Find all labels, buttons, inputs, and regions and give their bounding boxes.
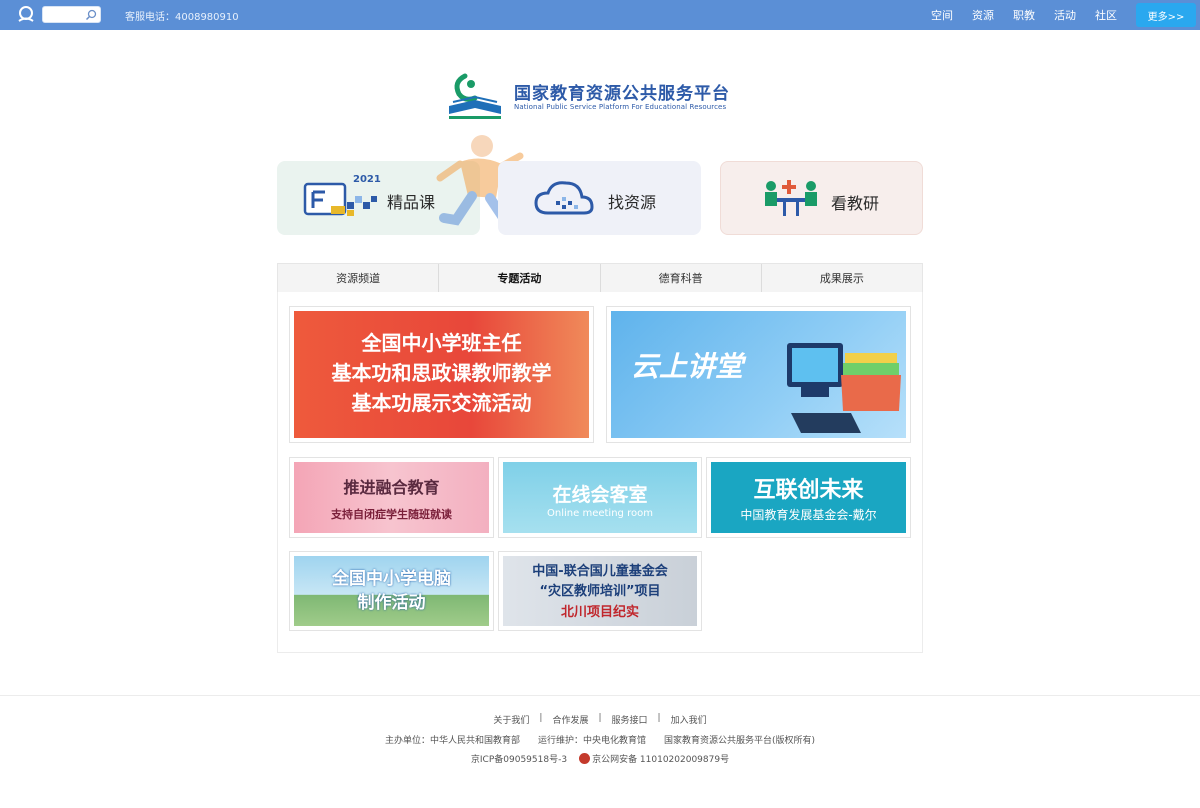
footer-operator: 运行维护：中央电化教育馆 xyxy=(537,736,646,746)
banner5-subtitle: 中国教育发展基金会-戴尔 xyxy=(740,508,877,522)
footer-links: 关于我们 | 合作发展 | 服务接口 | 加入我们 xyxy=(0,713,1200,726)
tab-achievements[interactable]: 成果展示 xyxy=(762,264,922,292)
footer-organizers: 主办单位：中华人民共和国教育部 运行维护：中央电化教育馆 国家教育资源公共服务平… xyxy=(0,733,1200,746)
banner3-subtitle: 支持自闭症学生随班就读 xyxy=(331,508,452,521)
platform-logo-icon[interactable] xyxy=(16,5,36,25)
footer-icp[interactable]: 京ICP备09059518号-3 xyxy=(471,752,567,765)
teaching-research-icon xyxy=(765,180,817,216)
banner-head-teacher-skills[interactable]: 全国中小学班主任 基本功和思政课教师教学 基本功展示交流活动 xyxy=(289,306,594,443)
footer-registration: 京ICP备09059518号-3 京公网安备 11010202009879号 xyxy=(0,752,1200,765)
logo-emblem-icon xyxy=(449,73,501,119)
banner-online-meeting-room[interactable]: 在线会客室 Online meeting room xyxy=(498,457,702,538)
banner2-title: 云上讲堂 xyxy=(631,350,744,383)
search-icon[interactable] xyxy=(85,9,97,21)
footer-copyright: 国家教育资源公共服务平台(版权所有) xyxy=(664,736,816,746)
tab-special-activities[interactable]: 专题活动 xyxy=(439,264,601,292)
banner6-line1: 全国中小学电脑 xyxy=(332,569,451,589)
footer-police-record[interactable]: 京公网安备 11010202009879号 xyxy=(592,752,729,765)
banner1-line1: 全国中小学班主任 xyxy=(361,331,522,355)
footer-host: 主办单位：中华人民共和国教育部 xyxy=(384,736,520,746)
footer-link-api[interactable]: 服务接口 xyxy=(602,713,658,726)
tab-resource-channel[interactable]: 资源频道 xyxy=(278,264,440,292)
feature-courses-label: 精品课 xyxy=(387,193,436,212)
banner7-line1: 中国-联合国儿童基金会 xyxy=(532,564,668,579)
cloud-resources-icon xyxy=(534,181,594,215)
banner-cloud-lecture[interactable]: 云上讲堂 xyxy=(606,306,911,443)
footer-link-join[interactable]: 加入我们 xyxy=(661,713,717,726)
top-nav: 空间 资源 职教 活动 社区 更多>> xyxy=(931,0,1200,30)
nav-community[interactable]: 社区 xyxy=(1095,7,1117,23)
main-logo[interactable]: 国家教育资源公共服务平台 National Public Service Pla… xyxy=(445,72,749,120)
footer-link-about[interactable]: 关于我们 xyxy=(483,713,539,726)
banner1-line2: 基本功和思政课教师教学 xyxy=(331,361,552,385)
banner7-line2: “灾区教师培训”项目 xyxy=(539,584,661,599)
banner5-title: 互联创未来 xyxy=(753,478,864,503)
tab-moral-science[interactable]: 德育科普 xyxy=(601,264,762,292)
footer-link-cooperation[interactable]: 合作发展 xyxy=(542,713,598,726)
banner-unicef-teacher-training[interactable]: 中国-联合国儿童基金会 “灾区教师培训”项目 北川项目纪实 xyxy=(498,551,702,631)
courses-year-badge: 2021 xyxy=(353,174,381,185)
nav-space[interactable]: 空间 xyxy=(931,7,953,23)
feature-research-label: 看教研 xyxy=(831,194,880,213)
search-input[interactable] xyxy=(42,6,101,23)
banner-inclusive-education[interactable]: 推进融合教育 支持自闭症学生随班就读 xyxy=(289,457,494,538)
feature-resources-label: 找资源 xyxy=(608,193,657,212)
logo-title-cn: 国家教育资源公共服务平台 xyxy=(514,84,730,104)
banner4-subtitle: Online meeting room xyxy=(547,508,653,519)
banner-computer-making[interactable]: 全国中小学电脑 制作活动 xyxy=(289,551,494,631)
banner4-title: 在线会客室 xyxy=(552,484,648,506)
more-button[interactable]: 更多>> xyxy=(1136,3,1196,27)
banner-connect-future[interactable]: 互联创未来 中国教育发展基金会-戴尔 xyxy=(706,457,911,538)
banner7-line3: 北川项目纪实 xyxy=(560,605,639,620)
feature-card-research[interactable]: 看教研 xyxy=(720,161,923,235)
feature-card-resources[interactable]: 找资源 xyxy=(498,161,701,235)
police-badge-icon xyxy=(579,753,591,764)
nav-resources[interactable]: 资源 xyxy=(972,7,994,23)
footer-divider xyxy=(0,695,1200,696)
banner3-title: 推进融合教育 xyxy=(343,478,440,497)
content-tabs: 资源频道 专题活动 德育科普 成果展示 xyxy=(277,263,923,293)
service-phone: 客服电话：4008980910 xyxy=(125,12,239,23)
banner6-line2: 制作活动 xyxy=(357,593,426,613)
nav-vocational[interactable]: 职教 xyxy=(1013,7,1035,23)
logo-title-en: National Public Service Platform For Edu… xyxy=(514,103,727,111)
top-bar: 客服电话：4008980910 空间 资源 职教 活动 社区 更多>> xyxy=(0,0,1200,30)
nav-activities[interactable]: 活动 xyxy=(1054,7,1076,23)
banner1-line3: 基本功展示交流活动 xyxy=(351,391,532,415)
computer-books-illustration xyxy=(787,343,901,433)
